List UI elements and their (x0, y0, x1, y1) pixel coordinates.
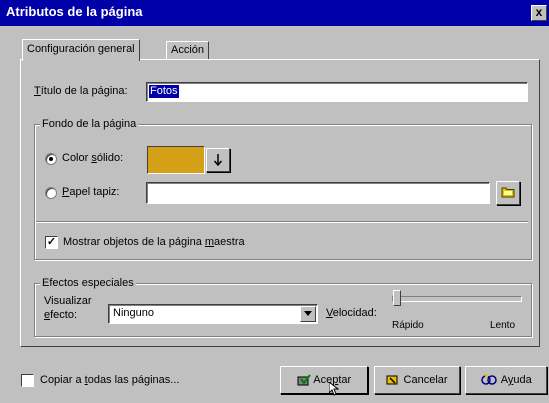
help-button[interactable]: Ayuda (465, 366, 547, 394)
effect-select[interactable]: Ninguno (108, 304, 318, 324)
copy-all-label: Copiar a todas las páginas... (40, 374, 180, 386)
show-master-label: Mostrar objetos de la página maestra (63, 236, 245, 248)
close-button[interactable]: x (531, 5, 547, 21)
help-icon (481, 374, 498, 385)
radio-selected-dot (49, 157, 53, 161)
effect-dropdown-button[interactable] (300, 306, 316, 322)
visualize-effect-label: Visualizar efecto: (44, 295, 92, 321)
tab-action[interactable]: Acción (166, 41, 210, 60)
tab-label: Configuración general (27, 43, 135, 55)
tab-general-settings[interactable]: Configuración general (22, 39, 140, 61)
cancel-button[interactable]: Cancelar (374, 366, 460, 394)
speed-slider-thumb[interactable] (393, 290, 401, 306)
wallpaper-label: Papel tapiz: (62, 186, 120, 198)
effects-group-legend: Efectos especiales (40, 277, 136, 289)
arrow-down-icon (213, 154, 223, 167)
copy-all-checkbox[interactable] (21, 374, 34, 387)
page-title-label: Título de la página: (34, 85, 128, 97)
cancel-icon (386, 375, 398, 385)
wallpaper-radio[interactable] (45, 187, 57, 199)
wallpaper-input[interactable] (146, 182, 490, 204)
background-group-legend: Fondo de la página (40, 118, 139, 130)
folder-icon (501, 187, 515, 198)
close-icon: x (535, 5, 543, 19)
window-title: Atributos de la página (6, 4, 143, 19)
cancel-label: Cancelar (403, 374, 448, 386)
accept-icon (297, 374, 311, 386)
solid-color-radio[interactable] (45, 153, 57, 165)
show-master-checkbox[interactable]: ✓ (45, 236, 58, 249)
accept-button[interactable]: Aceptar (280, 366, 368, 394)
page-title-input[interactable]: Fotos (146, 82, 528, 102)
title-bar[interactable]: Atributos de la página x (0, 0, 549, 26)
speed-slow-label: Lento (490, 320, 516, 331)
help-label: Ayuda (500, 374, 532, 386)
page-title-value: Fotos (149, 85, 179, 98)
browse-wallpaper-button[interactable] (496, 181, 520, 205)
color-swatch[interactable] (147, 146, 205, 174)
speed-slider-track[interactable] (392, 296, 522, 302)
tab-label: Acción (171, 44, 205, 56)
speed-fast-label: Rápido (392, 320, 424, 331)
checkmark-icon: ✓ (46, 236, 57, 248)
color-dropdown-button[interactable] (206, 148, 230, 172)
solid-color-label: Color sólido: (62, 152, 124, 164)
group-divider (36, 221, 528, 222)
speed-label: Velocidad: (326, 307, 377, 319)
effect-select-value: Ninguno (113, 307, 154, 319)
chevron-down-icon (304, 311, 312, 316)
mouse-cursor-icon (329, 382, 339, 396)
